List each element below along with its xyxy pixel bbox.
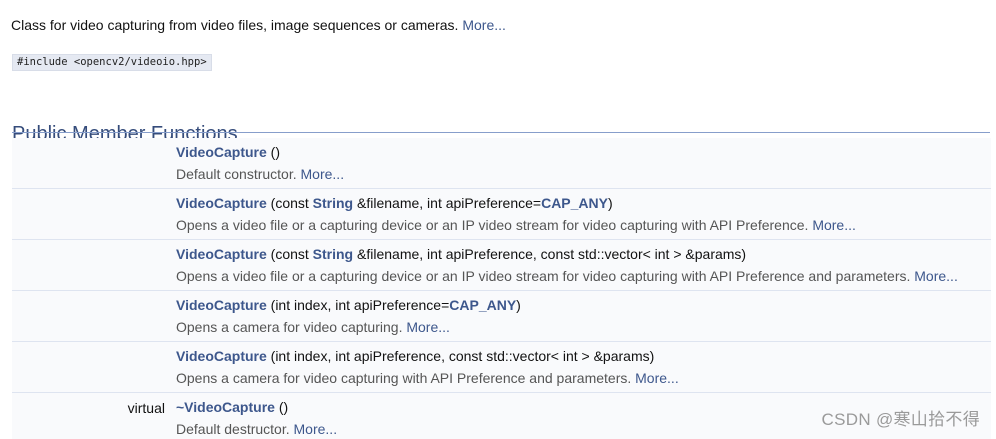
signature-text: () bbox=[274, 399, 289, 415]
member-signature: VideoCapture (int index, int apiPreferen… bbox=[176, 296, 521, 314]
signature-text: ) bbox=[516, 297, 521, 313]
member-description-text: Default destructor. bbox=[176, 421, 294, 437]
watermark: CSDN @寒山拾不得 bbox=[821, 410, 980, 429]
member-name-link[interactable]: VideoCapture bbox=[176, 246, 267, 262]
type-link[interactable]: CAP_ANY bbox=[449, 297, 516, 313]
member-signature: VideoCapture (const String &filename, in… bbox=[176, 194, 613, 212]
member-description: Opens a video file or a capturing device… bbox=[176, 216, 856, 234]
member-more-link[interactable]: More... bbox=[294, 421, 338, 437]
member-description: Default constructor. More... bbox=[176, 165, 344, 183]
member-row: VideoCapture (const String &filename, in… bbox=[12, 240, 991, 291]
member-name-link[interactable]: ~VideoCapture bbox=[176, 399, 275, 415]
member-row: VideoCapture (int index, int apiPreferen… bbox=[12, 342, 991, 393]
member-name-link[interactable]: VideoCapture bbox=[176, 297, 267, 313]
signature-text: (int index, int apiPreference, const std… bbox=[266, 348, 655, 364]
member-signature: VideoCapture (int index, int apiPreferen… bbox=[176, 347, 654, 365]
type-link[interactable]: String bbox=[313, 195, 353, 211]
signature-text: (int index, int apiPreference= bbox=[266, 297, 450, 313]
member-name-link[interactable]: VideoCapture bbox=[176, 348, 267, 364]
signature-text: &filename, int apiPreference= bbox=[353, 195, 542, 211]
member-signature: VideoCapture (const String &filename, in… bbox=[176, 245, 746, 263]
member-description: Opens a video file or a capturing device… bbox=[176, 267, 958, 285]
member-row: VideoCapture () Default constructor. More… bbox=[12, 138, 991, 189]
signature-text: ) bbox=[607, 195, 613, 211]
signature-text: () bbox=[266, 144, 280, 160]
member-row: VideoCapture (const String &filename, in… bbox=[12, 189, 991, 240]
member-more-link[interactable]: More... bbox=[406, 319, 450, 335]
section-divider bbox=[12, 132, 990, 133]
member-description: Default destructor. More... bbox=[176, 420, 337, 438]
member-functions-table: VideoCapture () Default constructor. More… bbox=[12, 138, 991, 439]
member-row: VideoCapture (int index, int apiPreferen… bbox=[12, 291, 991, 342]
signature-text: &filename, int apiPreference, const std:… bbox=[353, 246, 747, 262]
type-link[interactable]: String bbox=[313, 246, 353, 262]
member-description: Opens a camera for video capturing. More… bbox=[176, 318, 450, 336]
member-description: Opens a camera for video capturing with … bbox=[176, 369, 679, 387]
member-qualifier: virtual bbox=[127, 400, 165, 416]
member-more-link[interactable]: More... bbox=[301, 166, 345, 182]
include-directive: #include <opencv2/videoio.hpp> bbox=[12, 54, 212, 71]
signature-text: (const bbox=[266, 195, 313, 211]
member-name-link[interactable]: VideoCapture bbox=[176, 195, 267, 211]
member-description-text: Opens a camera for video capturing with … bbox=[176, 370, 636, 386]
member-signature: ~VideoCapture () bbox=[176, 398, 288, 416]
doc-page: Class for video capturing from video fil… bbox=[0, 0, 996, 439]
class-brief: Class for video capturing from video fil… bbox=[11, 16, 506, 34]
signature-text: (const bbox=[266, 246, 313, 262]
member-name-link[interactable]: VideoCapture bbox=[176, 144, 267, 160]
class-brief-text: Class for video capturing from video fil… bbox=[11, 17, 463, 33]
class-brief-more-link[interactable]: More... bbox=[462, 17, 506, 33]
member-more-link[interactable]: More... bbox=[635, 370, 679, 386]
member-description-text: Opens a camera for video capturing. bbox=[176, 319, 407, 335]
member-description-text: Opens a video file or a capturing device… bbox=[176, 268, 915, 284]
type-link[interactable]: CAP_ANY bbox=[541, 195, 608, 211]
member-description-text: Opens a video file or a capturing device… bbox=[176, 217, 813, 233]
member-more-link[interactable]: More... bbox=[812, 217, 856, 233]
member-more-link[interactable]: More... bbox=[914, 268, 958, 284]
member-signature: VideoCapture () bbox=[176, 143, 280, 161]
member-description-text: Default constructor. bbox=[176, 166, 301, 182]
